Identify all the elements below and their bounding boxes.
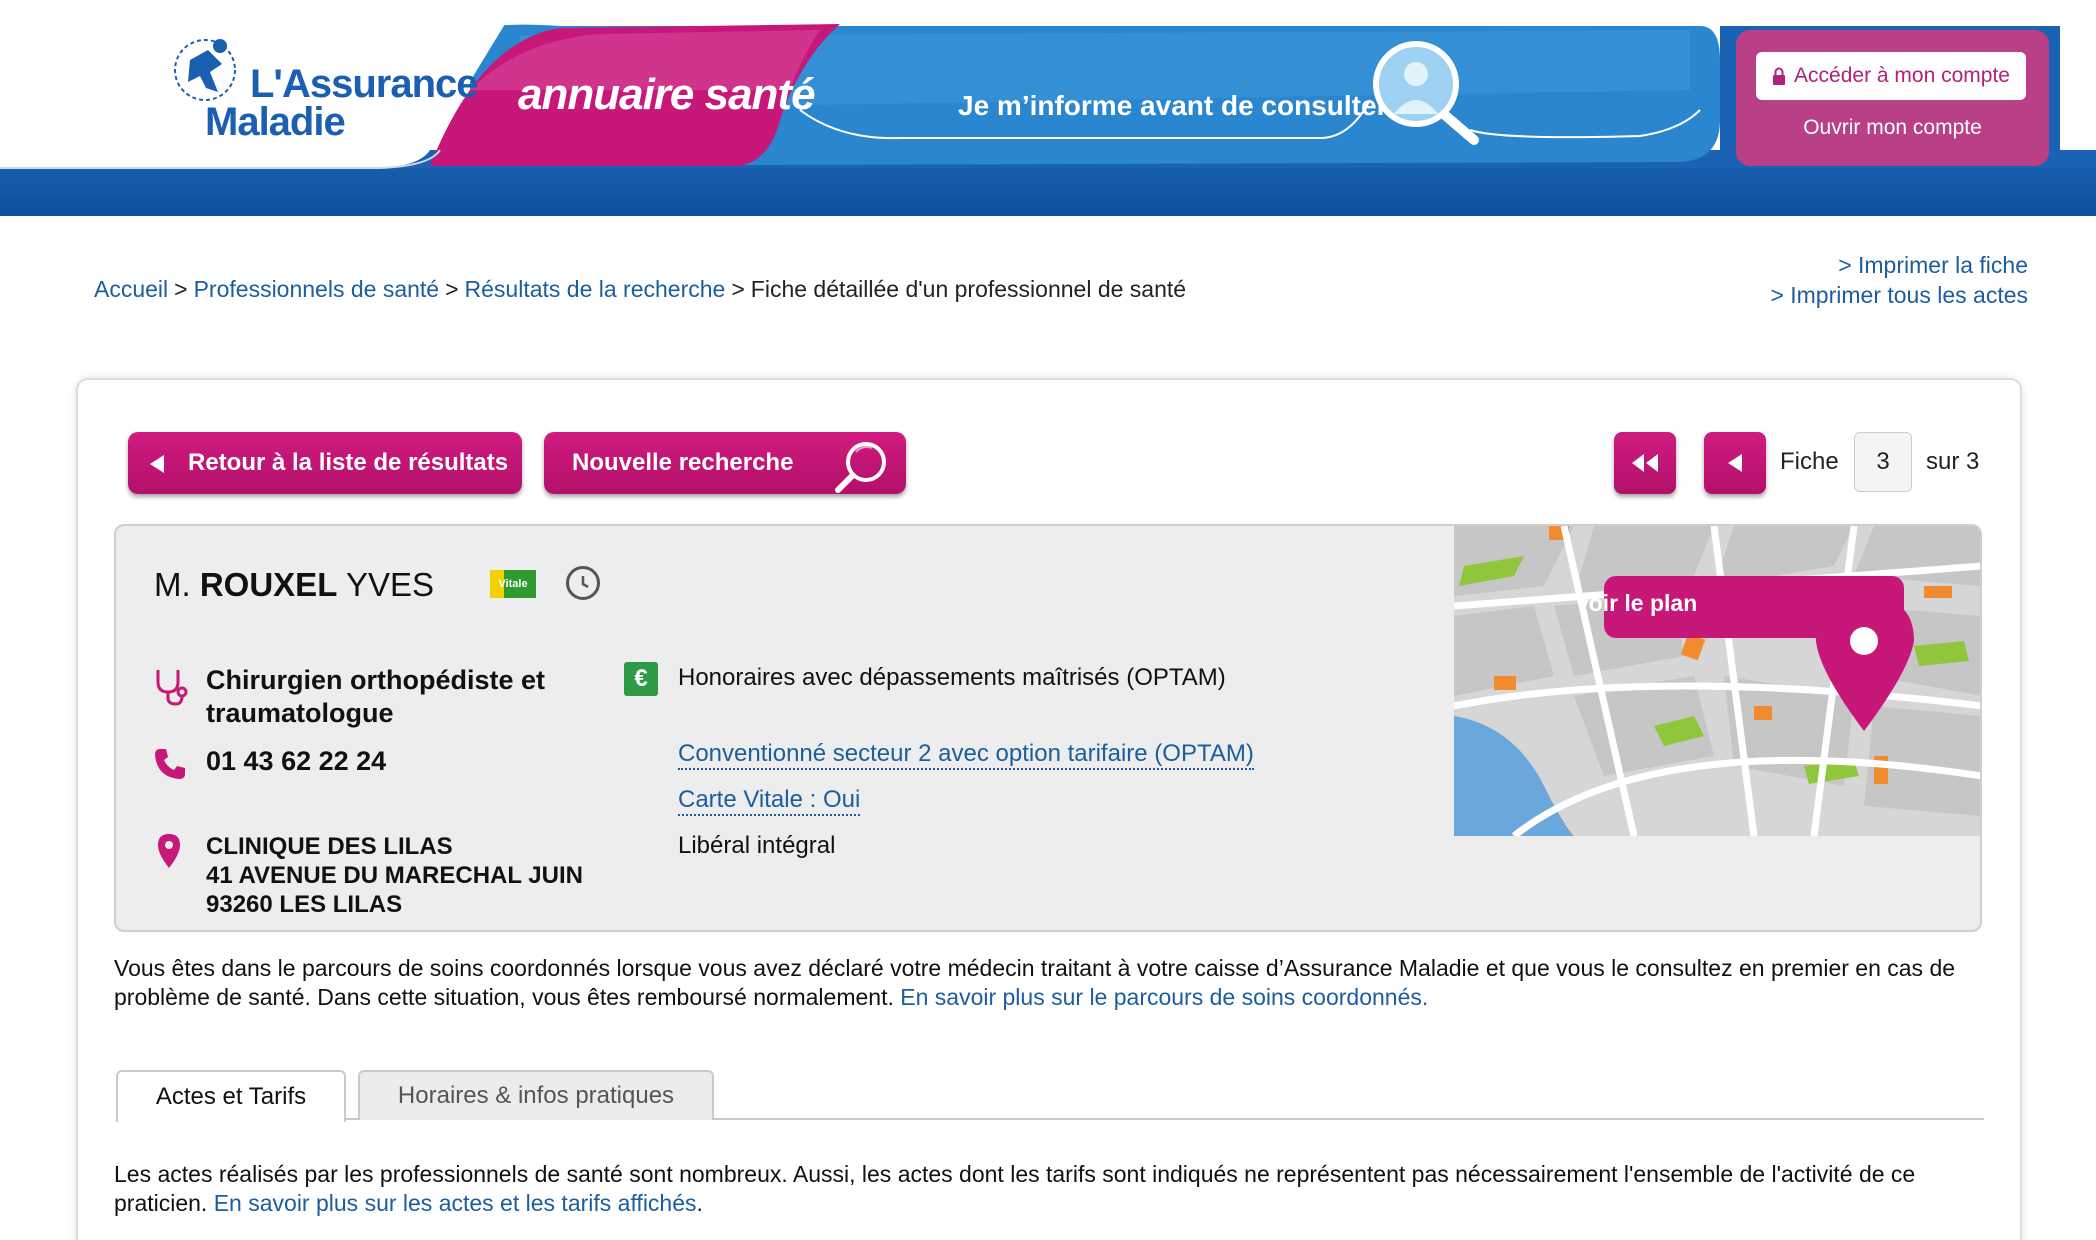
fiche-total-label: sur 3 bbox=[1926, 448, 1980, 475]
phone-number[interactable]: 01 43 62 22 24 bbox=[206, 746, 386, 777]
breadcrumb-professionnels[interactable]: Professionnels de santé bbox=[194, 276, 440, 302]
map-thumbnail[interactable] bbox=[1454, 526, 1982, 836]
access-account-label: Accéder à mon compte bbox=[1794, 64, 2010, 87]
specialty: Chirurgien orthopédiste et traumatologue bbox=[206, 665, 546, 728]
carte-vitale-link[interactable]: Carte Vitale : Oui bbox=[678, 786, 861, 816]
logo-emblem-icon bbox=[174, 39, 236, 101]
arrow-left-icon bbox=[1728, 454, 1742, 472]
breadcrumb-home[interactable]: Accueil bbox=[94, 276, 168, 302]
practitioner-name: M. ROUXEL YVES bbox=[154, 566, 434, 604]
new-search-button[interactable]: Nouvelle recherche bbox=[544, 432, 906, 494]
address-line: 93260 LES LILAS bbox=[206, 891, 403, 918]
practice-mode: Libéral intégral bbox=[678, 832, 836, 859]
fiche-number-input[interactable]: 3 bbox=[1854, 432, 1912, 492]
acts-link[interactable]: En savoir plus sur les actes et les tari… bbox=[214, 1190, 697, 1216]
double-arrow-left-icon bbox=[1632, 454, 1658, 472]
practitioner-card: Retour à la liste de résultats Nouvelle … bbox=[76, 378, 2022, 1240]
site-header: L'Assurance Maladie annuaire santé Je m’… bbox=[0, 0, 2096, 216]
tab-horaires[interactable]: Horaires & infos pratiques bbox=[358, 1070, 714, 1120]
practitioner-firstname: YVES bbox=[345, 566, 434, 603]
practitioner-info-panel: M. ROUXEL YVES Vitale Chirurgien orthopé… bbox=[114, 524, 1982, 932]
location-pin-icon bbox=[158, 834, 180, 868]
logo-text-bottom: Maladie bbox=[205, 100, 346, 144]
assurance-maladie-logo[interactable]: L'Assurance Maladie bbox=[160, 20, 478, 150]
doctor-search-icon bbox=[1373, 41, 1479, 145]
euro-icon: € bbox=[624, 662, 658, 696]
brand-title: annuaire santé bbox=[518, 70, 816, 119]
care-pathway-note: Vous êtes dans le parcours de soins coor… bbox=[114, 954, 1994, 1012]
lock-icon bbox=[1773, 67, 1786, 85]
clock-icon[interactable] bbox=[566, 566, 600, 600]
breadcrumb-separator: > bbox=[174, 276, 188, 302]
breadcrumb: Accueil > Professionnels de santé > Résultat… bbox=[94, 276, 1186, 303]
open-account-link[interactable]: Ouvrir mon compte bbox=[1736, 116, 2049, 140]
header-tagline: Je m’informe avant de consulter bbox=[958, 90, 1388, 121]
phone-icon bbox=[155, 749, 185, 779]
breadcrumb-current: Fiche détaillée d'un professionnel de sa… bbox=[750, 276, 1187, 302]
fiche-label: Fiche bbox=[1780, 448, 1839, 475]
tabs-bar: Actes et Tarifs Horaires & infos pratiqu… bbox=[116, 1070, 1984, 1122]
fees-type: Honoraires avec dépassements maîtrisés (… bbox=[678, 664, 1226, 691]
search-icon bbox=[835, 442, 886, 493]
previous-record-button[interactable] bbox=[1704, 432, 1766, 494]
back-to-results-button[interactable]: Retour à la liste de résultats bbox=[128, 432, 522, 494]
back-to-results-label: Retour à la liste de résultats bbox=[188, 449, 509, 476]
care-pathway-link[interactable]: En savoir plus sur le parcours de soins … bbox=[900, 984, 1428, 1010]
breadcrumb-resultats[interactable]: Résultats de la recherche bbox=[465, 276, 726, 302]
clock-hands bbox=[581, 576, 589, 589]
logo-text-top: L'Assurance bbox=[250, 62, 478, 106]
convention-link[interactable]: Conventionné secteur 2 avec option tarif… bbox=[678, 740, 1254, 770]
stethoscope-icon bbox=[156, 670, 188, 706]
new-search-label: Nouvelle recherche bbox=[572, 449, 794, 476]
practitioner-lastname: ROUXEL bbox=[199, 566, 338, 603]
practitioner-title: M. bbox=[154, 566, 191, 603]
first-record-button[interactable] bbox=[1614, 432, 1676, 494]
print-all-acts-link[interactable]: > Imprimer tous les actes bbox=[1770, 280, 2028, 310]
back-arrow-icon bbox=[150, 455, 164, 473]
print-links: > Imprimer la fiche > Imprimer tous les … bbox=[1770, 250, 2028, 310]
address-line: 41 AVENUE DU MARECHAL JUIN bbox=[206, 862, 583, 889]
acts-note: Les actes réalisés par les professionnel… bbox=[114, 1160, 1994, 1218]
access-account-button[interactable]: Accéder à mon compte bbox=[1756, 52, 2026, 100]
acts-text-end: . bbox=[696, 1190, 703, 1216]
address-line: CLINIQUE DES LILAS bbox=[206, 833, 453, 860]
breadcrumb-separator: > bbox=[445, 276, 459, 302]
practitioner-address: CLINIQUE DES LILAS 41 AVENUE DU MARECHAL… bbox=[206, 832, 583, 919]
tab-actes-tarifs[interactable]: Actes et Tarifs bbox=[116, 1070, 346, 1122]
breadcrumb-separator: > bbox=[731, 276, 745, 302]
carte-vitale-badge-icon: Vitale bbox=[490, 570, 536, 598]
print-sheet-link[interactable]: > Imprimer la fiche bbox=[1770, 250, 2028, 280]
account-panel: Accéder à mon compte Ouvrir mon compte bbox=[1736, 30, 2049, 166]
